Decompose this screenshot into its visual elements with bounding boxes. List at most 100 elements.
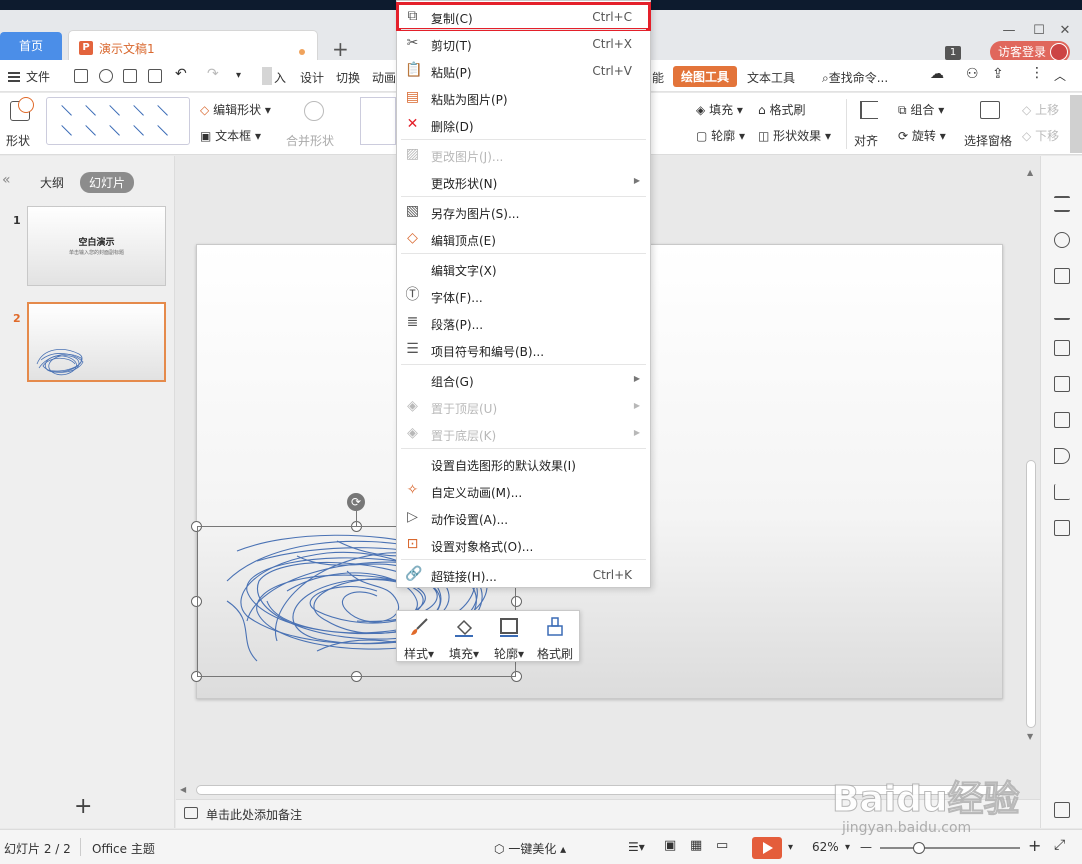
file-menu[interactable]: 文件 — [8, 68, 50, 85]
shape-style-gallery[interactable] — [360, 97, 396, 145]
menu-item-font[interactable]: Ⓣ 字体(F)... — [397, 282, 650, 309]
scroll-left-icon[interactable] — [262, 67, 272, 85]
menu-item-change-image[interactable]: ▨ 更改图片(J)... — [397, 141, 650, 168]
menu-animation[interactable]: 动画 — [372, 69, 396, 86]
archive-icon[interactable] — [1054, 520, 1070, 536]
more-icon[interactable]: ⋮ — [1030, 65, 1044, 81]
audio-icon[interactable] — [1054, 448, 1070, 464]
share-icon[interactable]: ⇪ — [992, 66, 1004, 82]
apps-grid-icon[interactable] — [1054, 802, 1070, 818]
tab-document[interactable]: P 演示文稿1 — [68, 30, 318, 64]
normal-view-icon[interactable]: ▣ — [664, 838, 676, 853]
menu-feature[interactable]: 能 — [652, 69, 664, 86]
window-count-badge[interactable]: 1 — [945, 46, 961, 60]
menu-item-format-object[interactable]: ⊡ 设置对象格式(O)... — [397, 531, 650, 558]
collapse-panel-icon[interactable]: « — [2, 172, 11, 188]
menu-item-group[interactable]: 组合(G) ▶ — [397, 366, 650, 393]
play-slideshow-button[interactable] — [752, 837, 782, 859]
menu-design[interactable]: 设计 — [300, 69, 324, 86]
outline-mini-button[interactable]: 轮廓▾ — [487, 615, 531, 661]
reading-view-icon[interactable]: ▭ — [716, 838, 728, 853]
style-button[interactable]: 样式▾ — [397, 615, 441, 661]
resize-handle[interactable] — [511, 596, 522, 607]
slideshow-options-icon[interactable]: ▾ — [788, 842, 793, 853]
fit-window-icon[interactable]: ⤢ — [1054, 837, 1065, 853]
menu-item-action-settings[interactable]: ▷ 动作设置(A)... — [397, 504, 650, 531]
print-preview-icon[interactable] — [148, 69, 162, 83]
undo-icon[interactable]: ↶ — [175, 66, 187, 82]
slide-thumbnail-1[interactable]: 空白演示 单击输入您的封面副标题 — [27, 206, 166, 286]
menu-item-cut[interactable]: ✂ 剪切(T) Ctrl+X — [397, 30, 650, 57]
resize-handle[interactable] — [351, 671, 362, 682]
menu-item-paste[interactable]: 📋 粘贴(P) Ctrl+V — [397, 57, 650, 84]
selection-pane-button[interactable]: 选择窗格 — [962, 97, 1016, 149]
maximize-icon[interactable]: ☐ — [1032, 24, 1046, 38]
new-tab-button[interactable]: + — [332, 39, 349, 59]
menu-item-bullets[interactable]: ☰ 项目符号和编号(B)... — [397, 336, 650, 363]
menu-item-edit-points[interactable]: ◇ 编辑顶点(E) — [397, 225, 650, 252]
rotate-button[interactable]: ⟳ 旋转 ▾ — [898, 127, 946, 144]
notes-toggle-icon[interactable]: ☰▾ — [628, 840, 645, 854]
menu-item-edit-text[interactable]: 编辑文字(X) — [397, 255, 650, 282]
cloud-icon[interactable]: ☁ — [930, 66, 944, 82]
grid-icon[interactable] — [1054, 340, 1070, 356]
shape-button[interactable]: 形状 — [4, 97, 40, 149]
vertical-scroll-thumb[interactable] — [1026, 460, 1036, 728]
shape-gallery[interactable] — [46, 97, 190, 145]
ribbon-scroll-right-icon[interactable] — [1070, 95, 1082, 153]
properties-icon[interactable] — [1054, 196, 1070, 212]
menu-transition[interactable]: 切换 — [336, 69, 360, 86]
zoom-in-button[interactable]: + — [1028, 836, 1041, 855]
tab-outline[interactable]: 大纲 — [40, 174, 64, 191]
send-backward-button[interactable]: ◇ 下移 — [1022, 127, 1059, 144]
menu-item-bring-to-front[interactable]: ◈ 置于顶层(U) ▶ — [397, 393, 650, 420]
minimize-icon[interactable]: — — [1002, 24, 1016, 38]
collapse-ribbon-icon[interactable]: ︿ — [1054, 67, 1066, 84]
resize-handle[interactable] — [191, 596, 202, 607]
redo-icon[interactable]: ↷ — [207, 66, 219, 82]
chart-icon[interactable] — [1054, 484, 1070, 500]
align-button[interactable]: 对齐 — [852, 97, 888, 149]
merge-shape-button[interactable]: 合并形状 — [286, 97, 346, 149]
menu-item-custom-animation[interactable]: ✧ 自定义动画(M)... — [397, 477, 650, 504]
close-icon[interactable]: ✕ — [1058, 24, 1072, 38]
tab-home[interactable]: 首页 — [0, 32, 62, 60]
group-button[interactable]: ⧉ 组合 ▾ — [898, 101, 944, 118]
convert-icon[interactable] — [1054, 268, 1070, 284]
vertical-scrollbar[interactable]: ▲ ▼ — [1024, 160, 1038, 780]
format-painter-ribbon-button[interactable]: ⌂ 格式刷 — [758, 101, 805, 118]
add-slide-button[interactable]: + — [74, 796, 92, 818]
customize-toolbar-icon[interactable]: ▾ — [236, 70, 241, 81]
menu-drawing-tools[interactable]: 绘图工具 — [673, 66, 738, 87]
menu-item-paste-as-image[interactable]: ▤ 粘贴为图片(P) — [397, 84, 650, 111]
resize-handle[interactable] — [191, 521, 202, 532]
picture-icon[interactable] — [1054, 376, 1070, 392]
fill-button[interactable]: ◈ 填充 ▾ — [696, 101, 743, 118]
search-command[interactable]: ⌕查找命令... — [822, 69, 888, 86]
scroll-down-icon[interactable]: ▼ — [1027, 732, 1033, 741]
menu-item-hyperlink[interactable]: 🔗 超链接(H)... Ctrl+K — [397, 561, 650, 588]
theme-name[interactable]: Office 主题 — [92, 840, 155, 857]
rotate-handle-icon[interactable]: ⟳ — [347, 493, 365, 511]
slide-sorter-icon[interactable]: ▦ — [690, 838, 702, 853]
fill-mini-button[interactable]: 填充▾ — [442, 615, 486, 661]
menu-item-change-shape[interactable]: 更改形状(N) ▶ — [397, 168, 650, 195]
beautify-button[interactable]: ⬡ 一键美化 ▴ — [494, 840, 566, 857]
print-icon[interactable] — [123, 69, 137, 83]
resize-handle[interactable] — [191, 671, 202, 682]
menu-item-copy[interactable]: ⧉ 复制(C) Ctrl+C — [396, 2, 651, 31]
menu-item-send-to-back[interactable]: ◈ 置于底层(K) ▶ — [397, 420, 650, 447]
menu-insert[interactable]: 入 — [274, 69, 286, 86]
edit-shape-button[interactable]: ◇ 编辑形状 ▾ — [200, 101, 271, 118]
menu-item-paragraph[interactable]: ≣ 段落(P)... — [397, 309, 650, 336]
bring-forward-button[interactable]: ◇ 上移 — [1022, 101, 1059, 118]
effects-icon[interactable] — [1054, 232, 1070, 248]
design-icon[interactable] — [1054, 304, 1070, 320]
menu-text-tools[interactable]: 文本工具 — [747, 69, 795, 86]
table-icon[interactable] — [1054, 412, 1070, 428]
menu-item-delete[interactable]: ✕ 删除(D) — [397, 111, 650, 138]
tab-slides[interactable]: 幻灯片 — [80, 172, 135, 193]
outline-ribbon-button[interactable]: ▢ 轮廓 ▾ — [696, 127, 745, 144]
share-user-icon[interactable]: ⚇ — [966, 66, 979, 82]
shape-effects-button[interactable]: ◫ 形状效果 ▾ — [758, 127, 831, 144]
